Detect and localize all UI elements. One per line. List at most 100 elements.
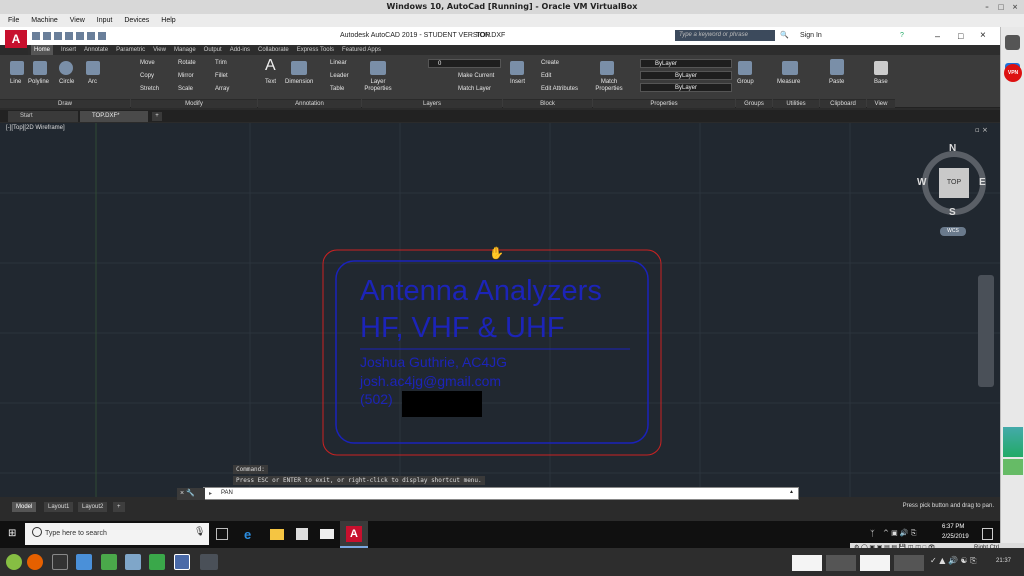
fillet-button[interactable]: Fillet xyxy=(215,73,228,79)
scale-button[interactable]: Scale xyxy=(178,86,193,92)
sign-in-link[interactable]: Sign In xyxy=(800,27,822,45)
files-icon[interactable] xyxy=(76,554,92,570)
group-draw[interactable]: Draw xyxy=(0,99,130,108)
group-block[interactable]: Block xyxy=(503,99,592,108)
create-button[interactable]: Create xyxy=(541,60,559,66)
compass-s[interactable]: S xyxy=(949,207,956,218)
vpn-icon[interactable]: VPN xyxy=(1004,64,1022,82)
menu-input[interactable]: Input xyxy=(97,14,113,27)
workspace-2[interactable] xyxy=(826,555,856,571)
tab-home[interactable]: Home xyxy=(31,45,54,55)
menu-devices[interactable]: Devices xyxy=(124,14,149,27)
tab-manage[interactable]: Manage xyxy=(174,45,196,55)
edit-attributes-button[interactable]: Edit Attributes xyxy=(541,86,578,92)
window-icon[interactable] xyxy=(200,554,218,570)
arc-button[interactable]: Arc xyxy=(88,79,97,85)
help-icon[interactable]: ? xyxy=(900,27,910,45)
trim-button[interactable]: Trim xyxy=(215,60,227,66)
rotate-button[interactable]: Rotate xyxy=(178,60,196,66)
minimize-icon[interactable]: – xyxy=(935,27,940,45)
host-clock[interactable]: 21:37 xyxy=(996,558,1011,564)
redo-icon[interactable] xyxy=(98,32,106,40)
command-line[interactable]: × 🔧 ▸ PAN ▲ xyxy=(177,487,799,500)
insert-button[interactable]: Insert xyxy=(510,79,525,85)
make-current-button[interactable]: Make Current xyxy=(458,73,494,79)
lineweight-dropdown[interactable]: ByLayer xyxy=(640,83,732,92)
terminal-icon[interactable] xyxy=(52,554,68,570)
base-icon[interactable] xyxy=(874,61,888,75)
layer-properties-icon[interactable] xyxy=(370,61,386,75)
people-icon[interactable]: ᛉ xyxy=(870,529,875,538)
group-utilities[interactable]: Utilities xyxy=(773,99,819,108)
microphone-icon[interactable]: 🎙 xyxy=(194,527,205,537)
close-icon[interactable]: × xyxy=(980,27,986,45)
save-icon[interactable] xyxy=(54,32,62,40)
command-close-icon[interactable]: × 🔧 xyxy=(177,488,205,500)
tab-collaborate[interactable]: Collaborate xyxy=(258,45,289,55)
tab-annotate[interactable]: Annotate xyxy=(84,45,108,55)
host-tray-icons[interactable]: ✓ ▲ 🔊 ☯ ⎘ xyxy=(930,556,977,566)
open-icon[interactable] xyxy=(43,32,51,40)
table-button[interactable]: Table xyxy=(330,86,344,92)
image-viewer-icon[interactable] xyxy=(125,554,141,570)
maximize-icon[interactable]: □ xyxy=(996,2,1006,12)
measure-button[interactable]: Measure xyxy=(777,79,800,85)
edit-button[interactable]: Edit xyxy=(541,73,551,79)
command-dropdown-icon[interactable]: ▲ xyxy=(789,489,794,495)
firefox-icon[interactable] xyxy=(27,554,43,570)
move-button[interactable]: Move xyxy=(140,60,155,66)
tab-start[interactable]: Start xyxy=(8,111,78,122)
clock-date[interactable]: 2/25/2019 xyxy=(942,534,969,540)
linetype-dropdown[interactable]: ByLayer xyxy=(640,71,732,80)
insert-icon[interactable] xyxy=(510,61,524,75)
navigation-bar[interactable] xyxy=(978,275,994,387)
new-icon[interactable] xyxy=(32,32,40,40)
menu-view[interactable]: View xyxy=(70,14,85,27)
task-view-icon[interactable] xyxy=(216,528,228,540)
line-button[interactable]: Line xyxy=(10,79,21,85)
viewport-label[interactable]: [-][Top][2D Wireframe] xyxy=(6,125,65,131)
layer-properties-button[interactable]: Layer Properties xyxy=(362,79,394,93)
file-explorer-icon[interactable] xyxy=(270,529,284,540)
edge-icon[interactable]: e xyxy=(244,527,251,542)
circle-icon[interactable] xyxy=(59,61,73,75)
group-view[interactable]: View xyxy=(867,99,895,108)
store-icon[interactable] xyxy=(296,528,308,540)
notification-icon[interactable] xyxy=(982,528,993,540)
tab-output[interactable]: Output xyxy=(204,45,222,55)
spreadsheet-icon[interactable] xyxy=(101,554,117,570)
undo-icon[interactable] xyxy=(87,32,95,40)
app-icon[interactable] xyxy=(1005,35,1020,50)
windows-start-icon[interactable]: ⊞ xyxy=(8,528,20,540)
tab-drawing[interactable]: TOP.DXF* xyxy=(80,111,148,122)
group-clipboard[interactable]: Clipboard xyxy=(820,99,866,108)
layer-dropdown[interactable]: 0 xyxy=(428,59,501,68)
group-button[interactable]: Group xyxy=(737,79,754,85)
taskbar-search[interactable]: Type here to search xyxy=(25,523,209,545)
mirror-button[interactable]: Mirror xyxy=(178,73,194,79)
compass-w[interactable]: W xyxy=(917,177,926,188)
autocad-logo[interactable]: A xyxy=(5,30,27,48)
linear-button[interactable]: Linear xyxy=(330,60,347,66)
match-layer-button[interactable]: Match Layer xyxy=(458,86,491,92)
tab-layout2[interactable]: Layout2 xyxy=(78,502,108,512)
wcs-menu[interactable]: WCS xyxy=(940,227,966,236)
group-layers[interactable]: Layers xyxy=(362,99,502,108)
new-tab-button[interactable]: + xyxy=(152,112,162,121)
compass-e[interactable]: E xyxy=(979,177,986,188)
line-icon[interactable] xyxy=(10,61,24,75)
circle-button[interactable]: Circle xyxy=(59,79,74,85)
menu-machine[interactable]: Machine xyxy=(31,14,57,27)
array-button[interactable]: Array xyxy=(215,86,229,92)
search-input[interactable]: Type a keyword or phrase xyxy=(675,30,775,41)
copy-button[interactable]: Copy xyxy=(140,73,154,79)
match-properties-button[interactable]: Match Properties xyxy=(595,79,623,93)
workspace-1[interactable] xyxy=(792,555,822,571)
dimension-icon[interactable] xyxy=(291,61,307,75)
viewcube-top[interactable]: TOP xyxy=(939,168,969,198)
group-modify[interactable]: Modify xyxy=(131,99,257,108)
text-button[interactable]: Text xyxy=(265,79,276,85)
stretch-button[interactable]: Stretch xyxy=(140,86,159,92)
tray-icons[interactable]: ^ ▣ 🔊 ⎘ xyxy=(883,529,916,538)
mail-icon[interactable] xyxy=(320,529,334,539)
